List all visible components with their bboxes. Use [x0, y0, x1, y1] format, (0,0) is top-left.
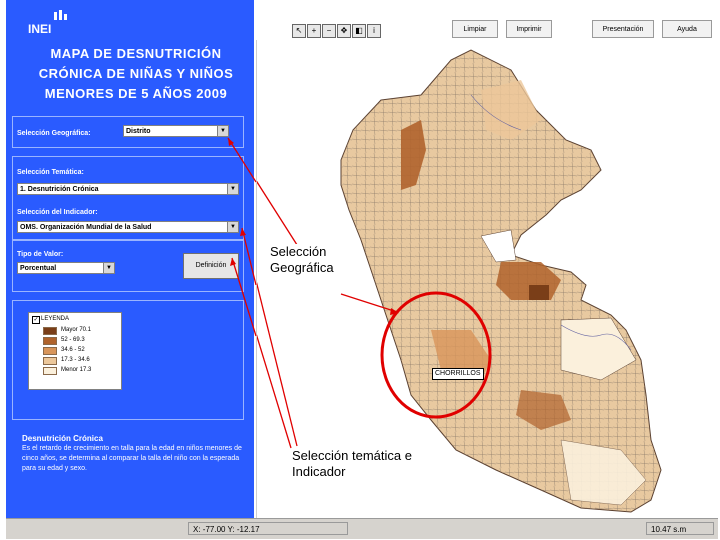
peru-district-map[interactable] — [257, 40, 719, 518]
title-line-3: MENORES DE 5 AÑOS 2009 — [44, 86, 228, 101]
callout-line: Selección temática e — [292, 448, 412, 463]
legend-checkbox[interactable]: ✓ — [32, 316, 40, 324]
chevron-down-icon[interactable]: ▼ — [227, 222, 238, 232]
tematica-select[interactable]: 1. Desnutrición Crónica ▼ — [17, 183, 239, 195]
scale-readout: 10.47 s.m — [646, 522, 714, 535]
legend-item-label: Mayor 70.1 — [61, 327, 92, 333]
legend-title: LEYENDA — [41, 316, 70, 322]
info-icon[interactable]: i — [367, 24, 381, 38]
geo-select-value: Distrito — [126, 128, 151, 135]
title-line-1: MAPA DE DESNUTRICIÓN — [50, 46, 222, 61]
app-title: MAPA DE DESNUTRICIÓN CRÓNICA DE NIÑAS Y … — [22, 44, 250, 104]
chevron-down-icon[interactable]: ▼ — [227, 184, 238, 194]
legend-swatch — [43, 357, 57, 365]
indicador-select-value: OMS. Organización Mundial de la Salud — [20, 224, 152, 231]
pointer-icon[interactable]: ↖ — [292, 24, 306, 38]
imprimir-button[interactable]: Imprimir — [506, 20, 552, 38]
description-title: Desnutrición Crónica — [22, 434, 103, 443]
map-toolbar: ↖ + − ✥ ◧ i — [292, 24, 392, 38]
status-bar: X: -77.00 Y: -12.17 10.47 s.m — [6, 518, 718, 539]
definicion-button[interactable]: Definición — [183, 253, 239, 279]
indicador-label: Selección del Indicador: — [17, 209, 98, 216]
tipo-select-value: Porcentual — [20, 265, 57, 272]
place-label: CHORRILLOS — [432, 368, 484, 380]
map-view[interactable] — [256, 40, 719, 518]
legend-item-label: Menor 17.3 — [61, 367, 92, 373]
callout-tematica: Selección temática e Indicador — [292, 448, 412, 480]
legend-box: ✓ LEYENDA Mayor 70.1 52 - 69.3 34.6 - 52… — [28, 312, 122, 390]
zoom-in-icon[interactable]: + — [307, 24, 321, 38]
legend-swatch — [43, 347, 57, 355]
callout-line: Selección — [270, 244, 327, 259]
chevron-down-icon[interactable]: ▼ — [217, 126, 228, 136]
zoom-out-icon[interactable]: − — [322, 24, 336, 38]
legend-item-label: 52 - 69.3 — [61, 337, 85, 343]
chevron-down-icon[interactable]: ▼ — [103, 263, 114, 273]
tematica-panel: Selección Temática: 1. Desnutrición Crón… — [12, 156, 244, 240]
legend-swatch — [43, 367, 57, 375]
ayuda-button[interactable]: Ayuda — [662, 20, 712, 38]
tipo-select[interactable]: Porcentual ▼ — [17, 262, 115, 274]
tematica-select-value: 1. Desnutrición Crónica — [20, 186, 99, 193]
description-text: Es el retardo de crecimiento en talla pa… — [22, 445, 242, 472]
inei-logo-text: INEI — [28, 22, 52, 36]
tipo-label: Tipo de Valor: — [17, 251, 64, 258]
legend-swatch — [43, 337, 57, 345]
legend-item-label: 34.6 - 52 — [61, 347, 85, 353]
title-line-2: CRÓNICA DE NIÑAS Y NIÑOS — [38, 66, 234, 81]
region-darkest — [529, 285, 549, 300]
callout-line: Geográfica — [270, 260, 334, 275]
annotation-arrow — [257, 180, 300, 249]
callout-line: Indicador — [292, 464, 346, 479]
identify-icon[interactable]: ◧ — [352, 24, 366, 38]
tipo-panel: Tipo de Valor: Porcentual ▼ Definición — [12, 240, 244, 292]
coordinates-readout: X: -77.00 Y: -12.17 — [188, 522, 348, 535]
tematica-label: Selección Temática: — [17, 169, 84, 176]
geo-panel: Selección Geográfica: Distrito ▼ — [12, 116, 244, 148]
legend-swatch — [43, 327, 57, 335]
indicador-select[interactable]: OMS. Organización Mundial de la Salud ▼ — [17, 221, 239, 233]
geo-select[interactable]: Distrito ▼ — [123, 125, 229, 137]
callout-geografica: Selección Geográfica — [270, 244, 334, 276]
legend-item-label: 17.3 - 34.6 — [61, 357, 90, 363]
app-window: INEI MAPA DE DESNUTRICIÓN CRÓNICA DE NIÑ… — [0, 0, 720, 540]
presentacion-button[interactable]: Presentación — [592, 20, 654, 38]
limpiar-button[interactable]: Limpiar — [452, 20, 498, 38]
geo-label: Selección Geográfica: — [17, 130, 91, 137]
pan-icon[interactable]: ✥ — [337, 24, 351, 38]
